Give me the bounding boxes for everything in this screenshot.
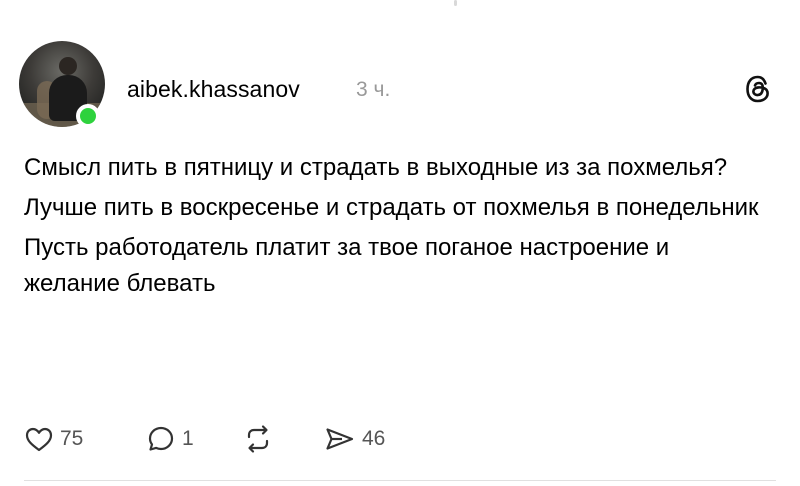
post-paragraph: Лучше пить в воскресенье и страдать от п… — [24, 194, 759, 221]
post-divider — [24, 480, 776, 481]
thread-post: aibek.khassanov 3 ч. Смысл пить в пятниц… — [0, 0, 800, 486]
like-count: 75 — [60, 427, 84, 450]
post-paragraph: Пусть работодатель платит за твое погано… — [24, 234, 670, 297]
send-icon — [324, 424, 356, 454]
share-button[interactable]: 46 — [324, 422, 385, 456]
reply-count: 1 — [182, 427, 194, 450]
online-status-dot — [76, 104, 100, 128]
share-count: 46 — [362, 427, 386, 450]
heart-icon — [24, 425, 54, 453]
comment-bubble-icon — [146, 424, 176, 454]
author-username[interactable]: aibek.khassanov — [127, 76, 300, 103]
post-paragraph: Смысл пить в пятницу и страдать в выходн… — [24, 154, 728, 181]
post-body: Смысл пить в пятницу и страдать в выходн… — [24, 150, 764, 302]
repost-button[interactable] — [242, 422, 274, 456]
repost-icon — [242, 424, 274, 454]
post-timestamp: 3 ч. — [356, 78, 391, 101]
reply-button[interactable]: 1 — [146, 422, 194, 456]
threads-logo-icon[interactable] — [744, 74, 772, 104]
like-button[interactable]: 75 — [24, 422, 83, 456]
